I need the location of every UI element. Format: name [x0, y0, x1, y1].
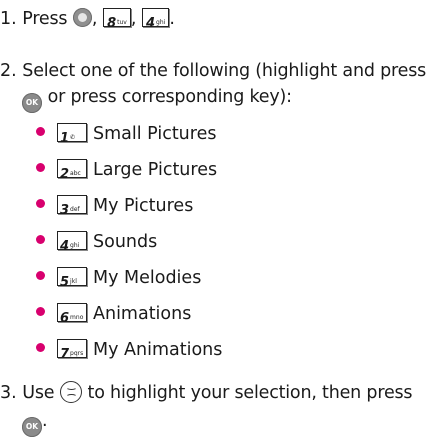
step-text: Select one of the following (highlight a… — [22, 61, 426, 81]
key-icon: 5jkl — [57, 267, 87, 290]
key-icon: 3def — [57, 195, 87, 218]
list-item-label: Large Pictures — [93, 160, 218, 180]
key-letters: tuv — [117, 19, 127, 26]
key-number: 7 — [60, 347, 70, 362]
step-2: 2. Select one of the following (highligh… — [0, 58, 426, 84]
step-number: 2. — [0, 61, 17, 81]
key-4: 4ghi — [142, 8, 170, 31]
period: . — [169, 9, 175, 29]
key-8: 8tuv — [103, 8, 131, 31]
key-number: 1 — [60, 131, 70, 146]
key-letters: ghi — [70, 242, 80, 249]
list-item: 5jkl My Melodies — [36, 265, 201, 291]
separator: , — [130, 9, 137, 29]
list-item-label: Small Pictures — [93, 124, 217, 144]
list-item-label: My Animations — [93, 340, 223, 360]
navigation-key-icon — [59, 381, 82, 403]
key-letters: jkl — [70, 278, 77, 285]
key-number: 4 — [146, 16, 156, 31]
key-letters: mno — [70, 314, 84, 321]
step-text: or press corresponding key): — [47, 87, 292, 107]
key-letters: ✆ — [70, 134, 76, 141]
key-number: 6 — [60, 311, 70, 326]
menu-button-icon — [72, 8, 92, 27]
bullet-icon — [36, 199, 45, 208]
key-letters: abc — [70, 170, 81, 177]
list-item-label: My Melodies — [93, 268, 202, 288]
step-2-line-2: OK or press corresponding key): — [22, 84, 292, 113]
step-text: to highlight your selection, then press — [87, 383, 413, 403]
step-3-line-2: OK. — [22, 408, 48, 437]
key-icon: 4ghi — [57, 231, 87, 254]
key-number: 2 — [60, 167, 70, 182]
key-icon: 6mno — [57, 303, 87, 326]
step-1: 1. Press , 8tuv, 4ghi. — [0, 6, 175, 32]
bullet-icon — [36, 127, 45, 136]
key-number: 4 — [60, 239, 70, 254]
key-letters: ghi — [156, 19, 166, 26]
bullet-icon — [36, 307, 45, 316]
key-icon: 2abc — [57, 159, 87, 182]
list-item-label: Animations — [93, 304, 192, 324]
list-item: 3def My Pictures — [36, 193, 193, 219]
key-letters: pqrs — [70, 350, 84, 357]
bullet-icon — [36, 235, 45, 244]
list-item: 2abc Large Pictures — [36, 157, 217, 183]
step-number: 1. — [0, 9, 17, 29]
bullet-icon — [36, 271, 45, 280]
step-text: Press — [22, 9, 68, 29]
key-number: 5 — [60, 275, 70, 290]
list-item-label: Sounds — [93, 232, 158, 252]
key-number: 3 — [60, 203, 70, 218]
ok-button-icon: OK — [22, 417, 42, 437]
list-item: 1✆ Small Pictures — [36, 121, 216, 147]
list-item: 7pqrs My Animations — [36, 337, 222, 363]
bullet-icon — [36, 343, 45, 352]
period: . — [42, 411, 48, 431]
ok-button-icon: OK — [22, 93, 42, 113]
list-item: 4ghi Sounds — [36, 229, 157, 255]
bullet-icon — [36, 163, 45, 172]
step-number: 3. — [0, 383, 17, 403]
step-text: Use — [22, 383, 55, 403]
key-letters: def — [70, 206, 80, 213]
separator: , — [91, 9, 98, 29]
key-number: 8 — [107, 16, 117, 31]
step-3: 3. Use to highlight your selection, then… — [0, 380, 413, 406]
list-item-label: My Pictures — [93, 196, 194, 216]
list-item: 6mno Animations — [36, 301, 191, 327]
key-icon: 7pqrs — [57, 339, 87, 362]
key-icon: 1✆ — [57, 123, 87, 146]
